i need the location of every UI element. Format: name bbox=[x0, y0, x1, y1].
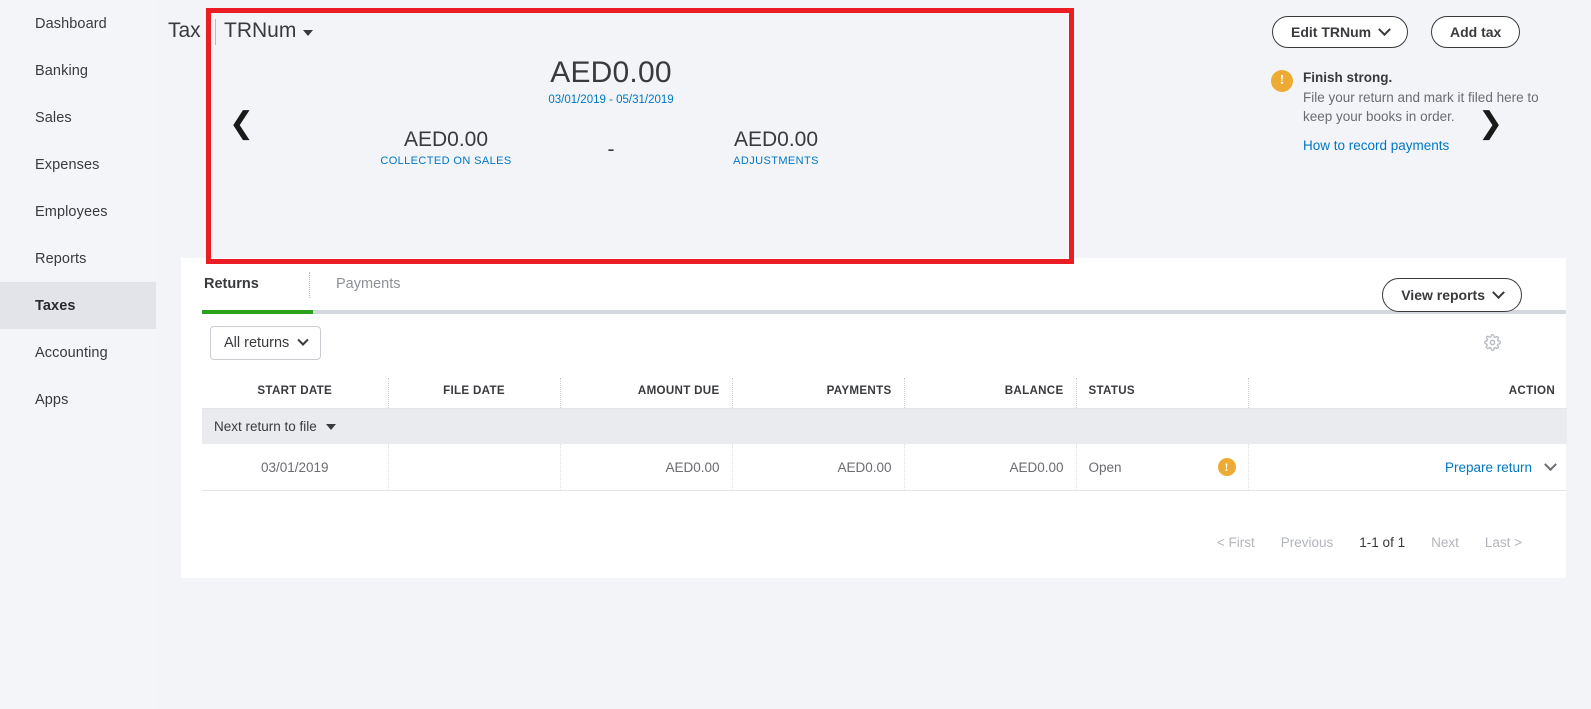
chevron-down-icon bbox=[303, 30, 313, 36]
status-badge: Open bbox=[1089, 460, 1122, 475]
cell-file-date bbox=[388, 444, 560, 491]
sidebar-item-accounting[interactable]: Accounting bbox=[0, 329, 156, 376]
page-title: Tax bbox=[168, 19, 201, 43]
tax-period-range[interactable]: 03/01/2019 - 05/31/2019 bbox=[156, 94, 1066, 106]
group-row-cell: Next return to file bbox=[202, 409, 1567, 445]
tab-active-indicator bbox=[202, 310, 313, 314]
prepare-return-link[interactable]: Prepare return bbox=[1445, 460, 1532, 475]
notice-title: Finish strong. bbox=[1303, 70, 1541, 85]
table-group-row: Next return to file bbox=[202, 409, 1567, 445]
returns-card: Returns Payments View reports All return… bbox=[181, 258, 1566, 578]
tax-summary-section: Tax TRNum ❮ ❯ AED0.00 03/01/2019 - 05/31… bbox=[156, 0, 1591, 258]
collected-on-sales-metric: AED0.00 COLLECTED ON SALES bbox=[311, 128, 581, 167]
total-tax-block: AED0.00 03/01/2019 - 05/31/2019 bbox=[156, 56, 1066, 106]
chevron-down-icon bbox=[326, 424, 336, 430]
returns-filter-value: All returns bbox=[224, 335, 289, 351]
warning-icon: ! bbox=[1271, 70, 1293, 92]
cell-status: Open ! bbox=[1076, 444, 1248, 491]
edit-trnum-label: Edit TRNum bbox=[1291, 24, 1371, 40]
sidebar-item-label: Dashboard bbox=[35, 16, 107, 32]
tab-bar: Returns Payments View reports bbox=[181, 258, 1566, 316]
chevron-down-icon bbox=[1492, 286, 1505, 299]
notice-body: File your return and mark it filed here … bbox=[1303, 88, 1541, 126]
sidebar-item-reports[interactable]: Reports bbox=[0, 235, 156, 282]
pagination-last[interactable]: Last > bbox=[1485, 535, 1522, 550]
cell-action: Prepare return bbox=[1248, 444, 1567, 491]
tax-agency-dropdown[interactable]: TRNum bbox=[224, 19, 313, 43]
column-header-file-date[interactable]: FILE DATE bbox=[388, 378, 560, 409]
add-tax-button[interactable]: Add tax bbox=[1431, 16, 1520, 48]
tab-payments[interactable]: Payments bbox=[336, 276, 400, 292]
edit-trnum-button[interactable]: Edit TRNum bbox=[1272, 16, 1408, 48]
sidebar-item-sales[interactable]: Sales bbox=[0, 94, 156, 141]
sidebar-item-label: Expenses bbox=[35, 157, 99, 173]
column-header-balance[interactable]: BALANCE bbox=[904, 378, 1076, 409]
pagination-previous[interactable]: Previous bbox=[1281, 535, 1334, 550]
sidebar-item-label: Accounting bbox=[35, 345, 108, 361]
pagination-range: 1-1 of 1 bbox=[1359, 535, 1405, 550]
tab-returns[interactable]: Returns bbox=[204, 276, 259, 292]
sidebar-item-label: Sales bbox=[35, 110, 72, 126]
summary-breakdown-row: AED0.00 COLLECTED ON SALES - AED0.00 ADJ… bbox=[156, 128, 1066, 167]
sidebar-item-employees[interactable]: Employees bbox=[0, 188, 156, 235]
returns-toolbar: All returns bbox=[181, 316, 1566, 378]
sidebar-item-label: Reports bbox=[35, 251, 86, 267]
sidebar: Dashboard Banking Sales Expenses Employe… bbox=[0, 0, 156, 709]
table-header-row: START DATE FILE DATE AMOUNT DUE PAYMENTS… bbox=[202, 378, 1567, 409]
sidebar-item-dashboard[interactable]: Dashboard bbox=[0, 0, 156, 47]
collected-on-sales-amount: AED0.00 bbox=[311, 128, 581, 152]
sidebar-item-label: Apps bbox=[35, 392, 68, 408]
tax-agency-label: TRNum bbox=[224, 19, 296, 43]
title-divider bbox=[215, 19, 216, 45]
breakdown-operator: - bbox=[581, 128, 641, 162]
warning-icon: ! bbox=[1218, 458, 1236, 476]
tab-divider bbox=[309, 272, 310, 298]
chevron-down-icon[interactable] bbox=[1544, 458, 1557, 471]
adjustments-metric: AED0.00 ADJUSTMENTS bbox=[641, 128, 911, 167]
column-header-action: ACTION bbox=[1248, 378, 1567, 409]
group-label: Next return to file bbox=[214, 419, 317, 434]
view-reports-label: View reports bbox=[1401, 287, 1485, 303]
returns-table: START DATE FILE DATE AMOUNT DUE PAYMENTS… bbox=[202, 378, 1567, 491]
pagination-first[interactable]: < First bbox=[1217, 535, 1255, 550]
collected-on-sales-label[interactable]: COLLECTED ON SALES bbox=[311, 155, 581, 167]
total-tax-amount: AED0.00 bbox=[156, 56, 1066, 90]
adjustments-amount: AED0.00 bbox=[641, 128, 911, 152]
returns-filter-dropdown[interactable]: All returns bbox=[210, 326, 321, 360]
cell-start-date: 03/01/2019 bbox=[202, 444, 388, 491]
chevron-down-icon bbox=[1378, 23, 1391, 36]
chevron-down-icon bbox=[298, 335, 309, 346]
sidebar-item-banking[interactable]: Banking bbox=[0, 47, 156, 94]
group-collapse-toggle[interactable]: Next return to file bbox=[214, 419, 336, 434]
sidebar-item-label: Employees bbox=[35, 204, 108, 220]
how-to-record-payments-link[interactable]: How to record payments bbox=[1303, 138, 1541, 153]
gear-icon[interactable] bbox=[1484, 334, 1501, 351]
table-row[interactable]: 03/01/2019 AED0.00 AED0.00 AED0.00 Open … bbox=[202, 444, 1567, 491]
cell-amount-due: AED0.00 bbox=[560, 444, 732, 491]
column-header-payments[interactable]: PAYMENTS bbox=[732, 378, 904, 409]
column-header-amount-due[interactable]: AMOUNT DUE bbox=[560, 378, 732, 409]
pagination: < First Previous 1-1 of 1 Next Last > bbox=[1217, 535, 1522, 550]
column-header-start-date[interactable]: START DATE bbox=[202, 378, 388, 409]
sidebar-item-apps[interactable]: Apps bbox=[0, 376, 156, 423]
tab-rail bbox=[202, 310, 1566, 314]
cell-payments: AED0.00 bbox=[732, 444, 904, 491]
sidebar-item-expenses[interactable]: Expenses bbox=[0, 141, 156, 188]
sidebar-item-label: Taxes bbox=[35, 298, 76, 314]
cell-balance: AED0.00 bbox=[904, 444, 1076, 491]
app-root: Dashboard Banking Sales Expenses Employe… bbox=[0, 0, 1591, 709]
view-reports-button[interactable]: View reports bbox=[1382, 278, 1522, 312]
column-header-status[interactable]: STATUS bbox=[1076, 378, 1248, 409]
table-header: START DATE FILE DATE AMOUNT DUE PAYMENTS… bbox=[202, 378, 1567, 409]
adjustments-label[interactable]: ADJUSTMENTS bbox=[641, 155, 911, 167]
summary-vertical-divider bbox=[1069, 55, 1070, 192]
sidebar-item-taxes[interactable]: Taxes bbox=[0, 282, 156, 329]
sidebar-item-label: Banking bbox=[35, 63, 88, 79]
pagination-next[interactable]: Next bbox=[1431, 535, 1459, 550]
add-tax-label: Add tax bbox=[1450, 24, 1501, 40]
finish-strong-notice: ! Finish strong. File your return and ma… bbox=[1271, 70, 1541, 153]
